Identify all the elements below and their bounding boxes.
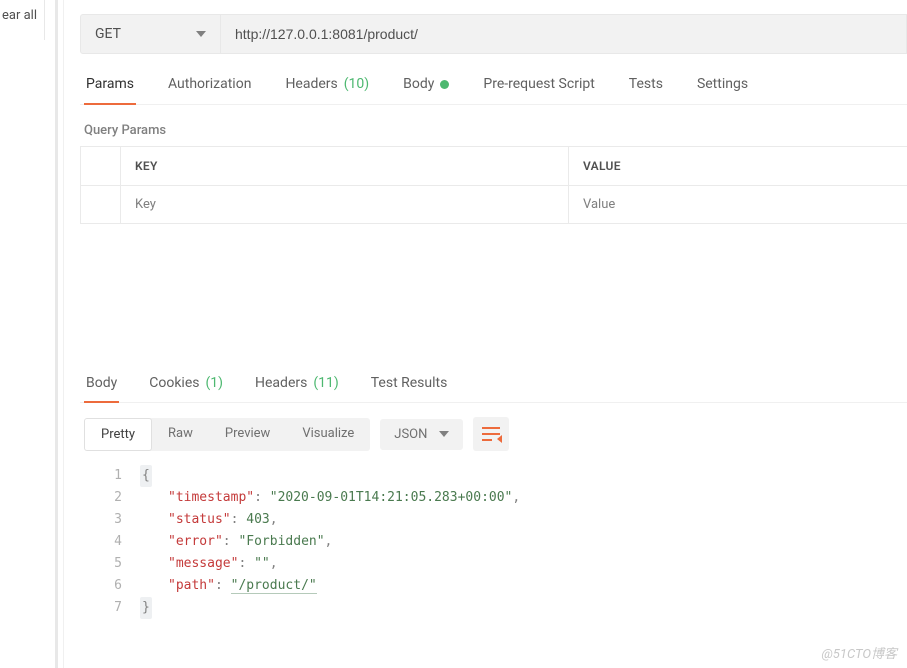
cookies-count: (1) [205, 375, 223, 391]
response-controls: Pretty Raw Preview Visualize JSON [84, 417, 907, 451]
tab-params[interactable]: Params [84, 76, 136, 104]
tab-settings[interactable]: Settings [695, 76, 750, 104]
view-visualize[interactable]: Visualize [286, 418, 370, 451]
qp-key-header: KEY [121, 147, 569, 185]
response-panel: Body Cookies(1) Headers(11) Test Results… [80, 375, 907, 668]
http-method-label: GET [95, 26, 121, 42]
view-preview[interactable]: Preview [209, 418, 286, 451]
resp-tab-headers[interactable]: Headers(11) [253, 375, 341, 402]
qp-value-input[interactable]: Value [569, 186, 907, 223]
response-tabs: Body Cookies(1) Headers(11) Test Results [80, 375, 907, 403]
url-bar: GET [80, 14, 907, 54]
tab-authorization[interactable]: Authorization [166, 76, 253, 104]
resp-tab-test-results[interactable]: Test Results [369, 375, 450, 402]
qp-key-input[interactable]: Key [121, 186, 569, 223]
resp-tab-cookies[interactable]: Cookies(1) [147, 375, 225, 402]
tab-prerequest[interactable]: Pre-request Script [481, 76, 596, 104]
chevron-down-icon [439, 431, 449, 437]
code-line: 2"timestamp": "2020-09-01T14:21:05.283+0… [110, 487, 907, 509]
format-label: JSON [394, 427, 427, 442]
query-params-input-row: Key Value [81, 185, 907, 223]
code-line: 4"error": "Forbidden", [110, 531, 907, 553]
tab-body[interactable]: Body [401, 76, 451, 104]
tab-tests[interactable]: Tests [627, 76, 665, 104]
query-params-heading: Query Params [84, 123, 907, 138]
query-params-header-row: KEY VALUE [81, 147, 907, 185]
qp-value-header: VALUE [569, 147, 907, 185]
resize-handle[interactable] [55, 0, 58, 668]
request-tabs: Params Authorization Headers(10) Body Pr… [80, 76, 907, 105]
tab-headers[interactable]: Headers(10) [283, 76, 371, 104]
code-line: 7} [110, 597, 907, 619]
format-select[interactable]: JSON [380, 419, 463, 450]
code-line: 3"status": 403, [110, 509, 907, 531]
headers-count: (10) [344, 76, 369, 92]
code-line: 1{ [110, 465, 907, 487]
clear-all-link[interactable]: ear all [0, 8, 37, 23]
line-wrap-button[interactable] [473, 417, 509, 451]
qp-row-checkbox[interactable] [81, 186, 121, 223]
history-panel-edge: ear all [0, 0, 45, 40]
body-indicator-icon [440, 80, 449, 89]
resp-headers-count: (11) [313, 375, 338, 391]
divider [63, 0, 64, 668]
http-method-select[interactable]: GET [81, 15, 221, 53]
code-line: 6"path": "/product/" [110, 575, 907, 597]
qp-checkbox-col [81, 147, 121, 185]
url-input[interactable] [221, 15, 906, 53]
query-params-table: KEY VALUE Key Value [80, 146, 907, 224]
watermark: @51CTO博客 [821, 643, 897, 662]
request-panel: GET Params Authorization Headers(10) Bod… [80, 0, 907, 668]
view-pretty[interactable]: Pretty [84, 418, 152, 451]
chevron-down-icon [196, 31, 206, 37]
view-mode-group: Pretty Raw Preview Visualize [84, 418, 370, 451]
resp-tab-body[interactable]: Body [84, 375, 119, 402]
view-raw[interactable]: Raw [152, 418, 209, 451]
line-wrap-icon [482, 427, 500, 441]
code-line: 5"message": "", [110, 553, 907, 575]
response-body-code[interactable]: 1{ 2"timestamp": "2020-09-01T14:21:05.28… [80, 465, 907, 619]
